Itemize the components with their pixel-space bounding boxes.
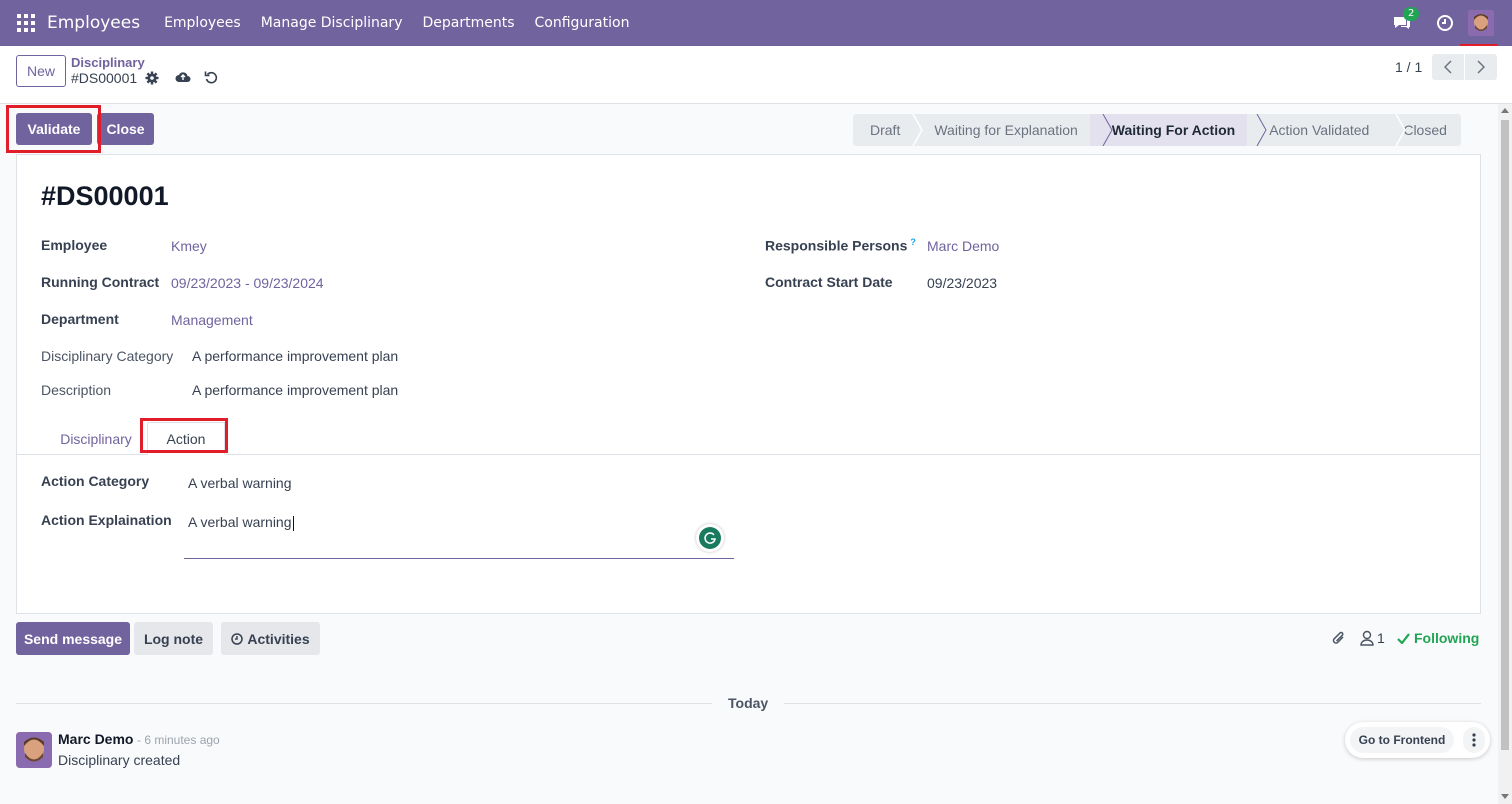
- clock-icon: [231, 632, 244, 645]
- action-category-label: Action Category: [41, 473, 150, 489]
- cloud-save-icon[interactable]: [175, 70, 191, 84]
- form-sheet: #DS00001 Employee Kmey Running Contract …: [16, 154, 1481, 614]
- department-field[interactable]: Management: [171, 312, 253, 328]
- menu-employees[interactable]: Employees: [164, 15, 241, 31]
- activities-button[interactable]: Activities: [221, 622, 320, 655]
- following-label: Following: [1414, 630, 1480, 646]
- divider: [784, 703, 1481, 704]
- menu-configuration[interactable]: Configuration: [535, 15, 630, 31]
- menu-departments[interactable]: Departments: [422, 15, 514, 31]
- follower-count[interactable]: 1: [1377, 630, 1385, 646]
- scrollbar-thumb[interactable]: [1501, 120, 1509, 750]
- pager-value[interactable]: 1 / 1: [1395, 59, 1422, 75]
- clock-icon[interactable]: [1436, 14, 1454, 32]
- employee-field[interactable]: Kmey: [171, 238, 207, 254]
- go-to-frontend-button[interactable]: Go to Frontend: [1350, 727, 1454, 753]
- running-contract-field[interactable]: 09/23/2023 - 09/23/2024: [171, 275, 324, 291]
- description-field[interactable]: A performance improvement plan: [192, 382, 398, 398]
- action-tab-highlight-box: [140, 418, 228, 453]
- pager-next-button[interactable]: [1465, 54, 1497, 80]
- action-explanation-text: A verbal warning: [188, 514, 292, 530]
- message-author[interactable]: Marc Demo: [58, 731, 133, 747]
- pager-previous-button[interactable]: [1432, 54, 1464, 80]
- action-explanation-field[interactable]: A verbal warning: [188, 514, 294, 531]
- responsible-persons-label: Responsible Persons?: [765, 237, 916, 254]
- action-explanation-underline: [184, 558, 734, 559]
- grammarly-icon[interactable]: [696, 524, 724, 552]
- contract-start-date-field[interactable]: 09/23/2023: [927, 275, 997, 291]
- log-note-button[interactable]: Log note: [134, 622, 213, 655]
- new-button[interactable]: New: [16, 55, 66, 87]
- disciplinary-category-label: Disciplinary Category: [41, 348, 174, 364]
- department-label: Department: [41, 311, 119, 327]
- scroll-up-arrow-icon[interactable]: [1501, 108, 1509, 113]
- chevron-left-icon: [1444, 60, 1452, 74]
- status-bar-separators: [912, 114, 1406, 146]
- chevron-right-icon: [1477, 60, 1485, 74]
- scrollbar[interactable]: [1498, 104, 1512, 804]
- gear-icon[interactable]: [145, 71, 159, 85]
- paperclip-icon[interactable]: [1331, 629, 1347, 647]
- help-tooltip-icon[interactable]: ?: [910, 237, 916, 247]
- text-cursor: [292, 515, 294, 531]
- breadcrumb-parent[interactable]: Disciplinary: [71, 55, 145, 70]
- description-label: Description: [41, 382, 112, 398]
- discard-icon[interactable]: [204, 70, 218, 84]
- control-panel: New Disciplinary #DS00001 1 / 1: [0, 46, 1512, 104]
- employee-label: Employee: [41, 237, 108, 253]
- notebook-tabs: Disciplinary Action: [17, 418, 1480, 455]
- scroll-down-arrow-icon[interactable]: [1501, 794, 1509, 799]
- contract-start-date-label: Contract Start Date: [765, 274, 893, 290]
- user-avatar[interactable]: [1468, 10, 1494, 36]
- message-avatar[interactable]: [16, 732, 52, 768]
- check-icon: [1397, 632, 1410, 644]
- message-timestamp: - 6 minutes ago: [137, 733, 220, 747]
- chat-icon[interactable]: 2: [1392, 7, 1420, 33]
- responsible-persons-field[interactable]: Marc Demo: [927, 238, 999, 254]
- disciplinary-category-field[interactable]: A performance improvement plan: [192, 348, 398, 364]
- running-contract-label: Running Contract: [41, 274, 160, 290]
- follower-icon[interactable]: [1360, 630, 1374, 646]
- menu-manage-disciplinary[interactable]: Manage Disciplinary: [261, 15, 403, 31]
- close-button[interactable]: Close: [97, 113, 154, 145]
- top-navbar: Employees Employees Manage Disciplinary …: [0, 0, 1512, 46]
- divider: [16, 703, 712, 704]
- validate-highlight-box: [6, 105, 101, 153]
- responsible-persons-label-text: Responsible Persons: [765, 237, 908, 254]
- message-body: Disciplinary created: [58, 752, 181, 768]
- action-category-field[interactable]: A verbal warning: [188, 475, 292, 491]
- breadcrumb-current: #DS00001: [71, 70, 138, 86]
- go-to-frontend-widget: Go to Frontend: [1345, 722, 1490, 758]
- following-button[interactable]: Following: [1397, 630, 1479, 646]
- record-title: #DS00001: [41, 181, 169, 211]
- kebab-menu-icon[interactable]: [1463, 727, 1485, 753]
- send-message-button[interactable]: Send message: [16, 622, 130, 655]
- activities-label: Activities: [247, 630, 310, 647]
- app-brand[interactable]: Employees: [47, 13, 140, 33]
- apps-grid-icon[interactable]: [17, 14, 35, 32]
- action-explanation-label: Action Explaination: [41, 512, 172, 528]
- today-label: Today: [728, 695, 769, 711]
- tab-disciplinary[interactable]: Disciplinary: [41, 422, 151, 455]
- chat-badge: 2: [1403, 7, 1420, 21]
